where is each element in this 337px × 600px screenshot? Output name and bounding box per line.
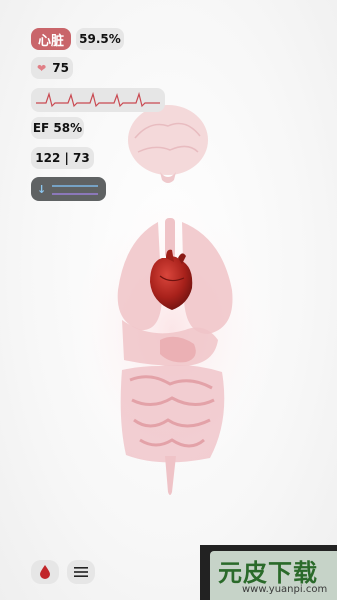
intestines-shape (120, 364, 225, 495)
ef-pill: EF 58% (31, 117, 84, 139)
watermark-url: www.yuanpi.com (242, 584, 328, 595)
menu-icon (74, 567, 88, 577)
percent-pill: 59.5% (76, 28, 124, 50)
organ-label: 心脏 (37, 33, 64, 49)
brain-shape (128, 105, 208, 183)
percent-value: 59.5% (79, 32, 121, 46)
blood-drop-icon (40, 565, 50, 579)
heart-rate-value: 75 (52, 61, 69, 75)
ecg-waveform (36, 91, 160, 108)
watermark-panel: 元皮下载 www.yuanpi.com (210, 551, 337, 600)
blood-drop-button[interactable] (31, 560, 59, 584)
watermark-brand: 元皮下载 (218, 559, 318, 587)
menu-button[interactable] (67, 560, 95, 584)
watermark: 元皮下载 www.yuanpi.com (200, 545, 337, 600)
heart-rate-pill: ❤ 75 (31, 57, 73, 79)
flow-pill: ↓ (31, 177, 106, 201)
blood-pressure-pill: 122 | 73 (31, 147, 94, 169)
blood-pressure-value: 122 | 73 (35, 151, 90, 165)
flow-lines (52, 185, 99, 195)
down-arrow-icon: ↓ (37, 182, 47, 196)
ecg-pill (31, 88, 165, 112)
heart-icon: ❤ (37, 61, 47, 75)
organ-badge[interactable]: 心脏 (31, 28, 71, 50)
ef-value: EF 58% (32, 121, 83, 135)
